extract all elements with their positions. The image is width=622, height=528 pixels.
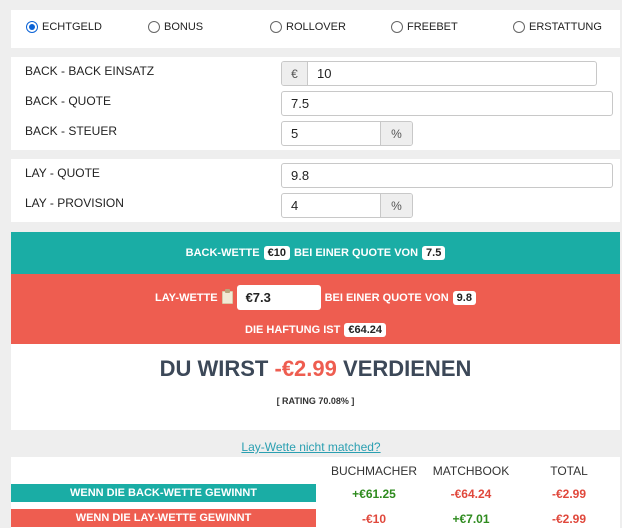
back-stake-pill: €10 [263, 246, 290, 260]
back-bet-form: BACK - BACK EINSATZ € 10 BACK - QUOTE 7.… [11, 57, 620, 150]
back-odds-pill: 7.5 [422, 246, 446, 260]
rating-text: [ RATING 70.08% ] [276, 396, 355, 406]
back-stake-input[interactable]: € 10 [281, 61, 597, 86]
row-back-wins-label: WENN DIE BACK-WETTE GEWINNT [11, 484, 316, 502]
lay-commission-label: LAY - PROVISION [25, 196, 124, 210]
radio-label: ERSTATTUNG [529, 21, 602, 33]
radio-unchecked-icon[interactable] [513, 21, 525, 33]
percent-addon: % [380, 194, 412, 217]
liability-row: DIE HAFTUNG IST €64.24 [11, 321, 620, 339]
row-back-wins-bookmaker: +€61.25 [352, 487, 396, 501]
lay-bet-summary: LAY-WETTE €7.3 BEI EINER QUOTE VON 9.8 D… [11, 274, 620, 344]
currency-addon: € [282, 62, 308, 85]
profit-amount: -€2.99 [274, 356, 337, 381]
radio-echtgeld[interactable]: ECHTGELD [26, 21, 102, 33]
radio-label: ROLLOVER [286, 21, 346, 33]
radio-label: FREEBET [407, 21, 458, 33]
radio-unchecked-icon[interactable] [270, 21, 282, 33]
profit-headline: DU WIRST -€2.99 VERDIENEN [11, 356, 620, 382]
clipboard-icon[interactable] [221, 289, 233, 304]
back-stake-label: BACK - BACK EINSATZ [25, 64, 155, 78]
col-header-bookmaker: BUCHMACHER [330, 464, 417, 478]
lay-odds-input[interactable]: 9.8 [281, 163, 613, 188]
row-lay-wins-exchange: +€7.01 [452, 512, 490, 526]
percent-addon: % [380, 122, 412, 145]
radio-erstattung[interactable]: ERSTATTUNG [513, 21, 602, 33]
radio-freebet[interactable]: FREEBET [391, 21, 458, 33]
radio-checked-icon[interactable] [26, 21, 38, 33]
row-back-wins-exchange: -€64.24 [450, 487, 492, 501]
radio-label: BONUS [164, 21, 204, 33]
liability-label: DIE HAFTUNG IST [245, 324, 341, 336]
radio-rollover[interactable]: ROLLOVER [270, 21, 346, 33]
row-lay-wins-total: -€2.99 [551, 512, 587, 526]
col-header-total: TOTAL [550, 464, 588, 478]
back-bet-summary: BACK-WETTE €10 BEI EINER QUOTE VON 7.5 [11, 232, 620, 274]
lay-odds-text: BEI EINER QUOTE VON [324, 291, 449, 304]
row-lay-wins-bookmaker: -€10 [361, 512, 387, 526]
lay-odds-label: LAY - QUOTE [25, 166, 100, 180]
lay-odds-pill: 9.8 [452, 290, 476, 305]
lay-bet-prefix: LAY-WETTE [155, 291, 218, 304]
lay-odds-value[interactable]: 9.8 [282, 168, 309, 183]
back-tax-label: BACK - STEUER [25, 124, 118, 138]
profit-suffix: VERDIENEN [343, 356, 472, 381]
radio-unchecked-icon[interactable] [148, 21, 160, 33]
bet-type-selector: ECHTGELD BONUS ROLLOVER FREEBET ERSTATTU… [11, 10, 620, 48]
lay-commission-value[interactable]: 4 [282, 198, 298, 213]
col-header-exchange: MATCHBOOK [432, 464, 510, 478]
radio-label: ECHTGELD [42, 21, 102, 33]
back-odds-text: BEI EINER QUOTE VON [293, 247, 419, 259]
radio-bonus[interactable]: BONUS [148, 21, 203, 33]
radio-unchecked-icon[interactable] [391, 21, 403, 33]
lay-bet-row: LAY-WETTE €7.3 BEI EINER QUOTE VON 9.8 [11, 285, 620, 310]
profit-result: DU WIRST -€2.99 VERDIENEN [ RATING 70.08… [11, 344, 620, 430]
liability-pill: €64.24 [344, 323, 386, 337]
lay-stake-field[interactable]: €7.3 [236, 285, 321, 310]
back-odds-input[interactable]: 7.5 [281, 91, 613, 116]
back-odds-value[interactable]: 7.5 [282, 96, 309, 111]
back-tax-value[interactable]: 5 [282, 126, 298, 141]
lay-not-matched-link[interactable]: Lay-Wette nicht matched? [0, 440, 622, 454]
back-tax-input[interactable]: 5 % [281, 121, 413, 146]
row-lay-wins-label: WENN DIE LAY-WETTE GEWINNT [11, 509, 316, 527]
outcome-table: BUCHMACHER MATCHBOOK TOTAL WENN DIE BACK… [11, 457, 620, 528]
back-stake-value[interactable]: 10 [308, 66, 331, 81]
lay-bet-form: LAY - QUOTE 9.8 LAY - PROVISION 4 % [11, 159, 620, 222]
profit-prefix: DU WIRST [159, 356, 269, 381]
lay-commission-input[interactable]: 4 % [281, 193, 413, 218]
back-bet-prefix: BACK-WETTE [185, 247, 260, 259]
row-back-wins-total: -€2.99 [551, 487, 587, 501]
back-odds-label: BACK - QUOTE [25, 94, 112, 108]
